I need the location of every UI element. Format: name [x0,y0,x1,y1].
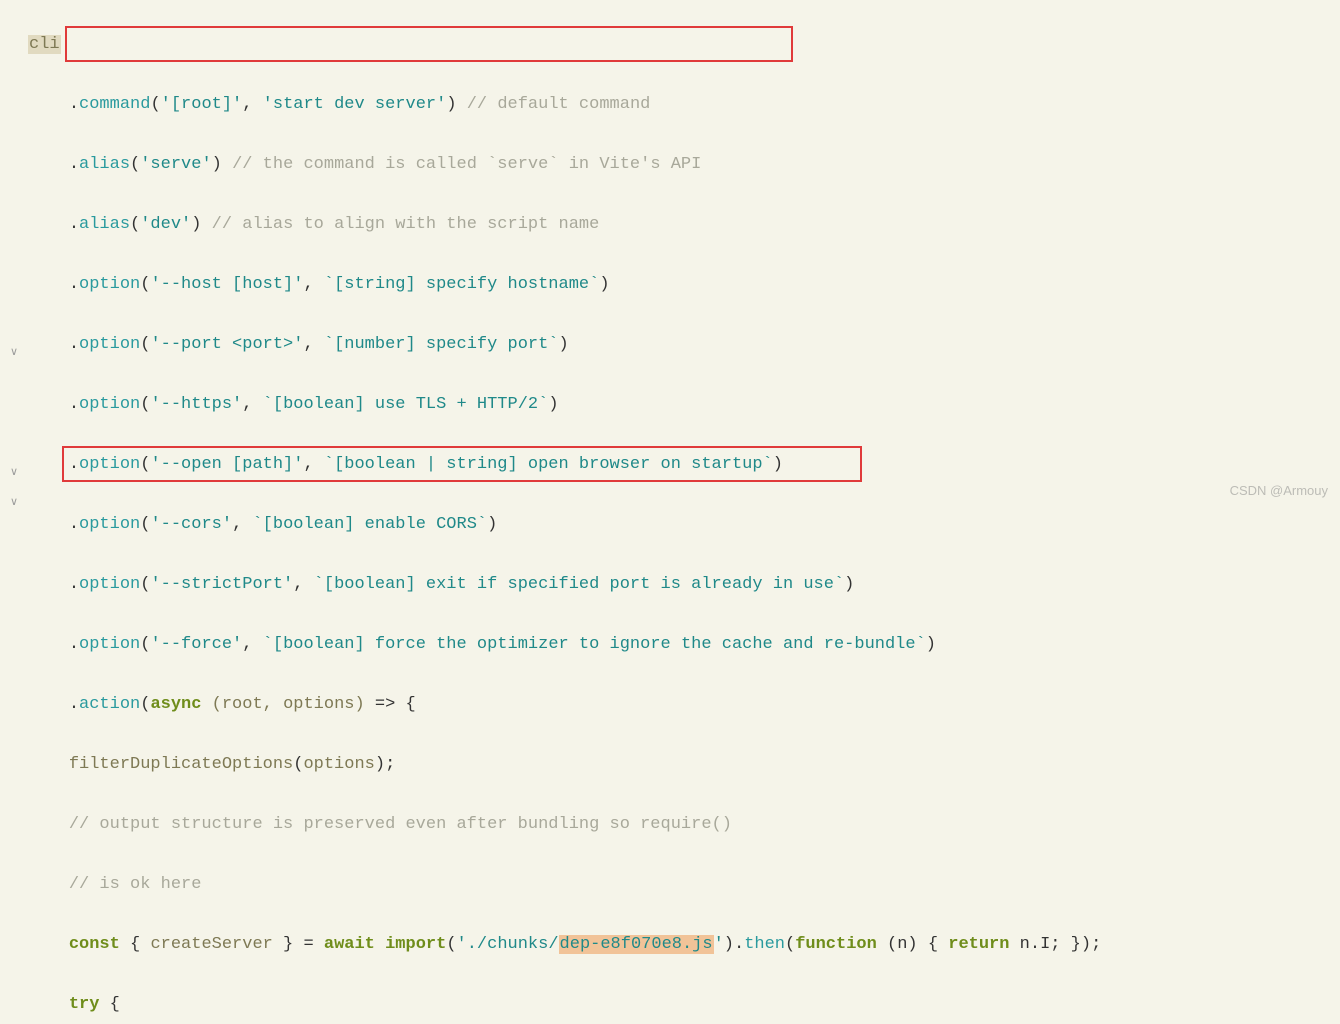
comment: // output structure is preserved even af… [69,815,732,834]
code-line: .alias('dev') // alias to align with the… [28,210,1101,240]
code-line: .alias('serve') // the command is called… [28,150,1101,180]
watermark: CSDN @Armouy [1230,476,1328,506]
annotation-box-top [65,26,793,62]
comment: // default command [467,95,651,114]
code-line: // is ok here [28,870,1101,900]
fold-icon[interactable]: ∨ [10,488,18,518]
fold-icon[interactable]: ∨ [10,458,18,488]
code-line: .command('[root]', 'start dev server') /… [28,90,1101,120]
code-line: .option('--port <port>', `[number] speci… [28,330,1101,360]
code-line: filterDuplicateOptions(options); [28,750,1101,780]
code-line: .action(async (root, options) => { [28,690,1101,720]
comment: // alias to align with the script name [212,215,600,234]
code-line: .option('--host [host]', `[string] speci… [28,270,1101,300]
highlighted-path: dep-e8f070e8.js [559,935,714,954]
code-line: .option('--strictPort', `[boolean] exit … [28,570,1101,600]
comment: // the command is called `serve` in Vite… [232,155,701,174]
code-line: .option('--cors', `[boolean] enable CORS… [28,510,1101,540]
identifier-cli: cli [28,35,61,54]
code-line: const { createServer } = await import('.… [28,930,1101,960]
fold-icon[interactable]: ∨ [10,338,18,368]
code-line: .option('--force', `[boolean] force the … [28,630,1101,660]
code-line: .option('--https', `[boolean] use TLS + … [28,390,1101,420]
gutter: ∨ ∨ ∨ [0,0,26,512]
code-block: cli .command('[root]', 'start dev server… [28,0,1101,1024]
code-line: // output structure is preserved even af… [28,810,1101,840]
annotation-box-bottom [62,446,862,482]
comment: // is ok here [69,875,202,894]
code-line: try { [28,990,1101,1020]
